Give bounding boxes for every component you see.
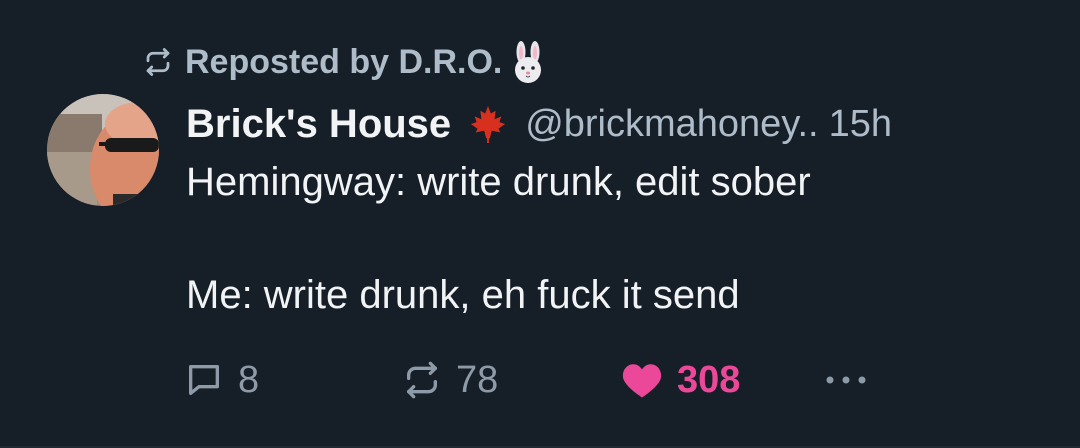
heart-icon — [622, 364, 662, 398]
more-options-button[interactable] — [824, 354, 882, 406]
repost-icon — [143, 47, 173, 77]
comment-icon — [189, 365, 219, 395]
repost-icon — [407, 361, 437, 399]
post-text-line-1: Hemingway: write drunk, edit sober — [186, 160, 811, 204]
post-card[interactable]: Reposted by D.R.O. Brick's House @brickm… — [0, 0, 1080, 448]
author-handle[interactable]: @brickmahoney.. — [525, 103, 818, 146]
reply-count: 8 — [238, 358, 260, 401]
reply-button[interactable]: 8 — [184, 354, 259, 406]
post-timestamp[interactable]: 15h — [829, 103, 892, 146]
maple-leaf-icon — [469, 104, 507, 144]
post-text-line-2: Me: write drunk, eh fuck it send — [186, 273, 740, 317]
author-display-name[interactable]: Brick's House — [186, 102, 451, 147]
repost-count: 78 — [456, 358, 499, 401]
repost-button[interactable]: 78 — [402, 354, 498, 406]
action-bar: 8 78 308 — [184, 354, 904, 406]
post-header: Brick's House @brickmahoney.. 15h — [186, 96, 892, 152]
ellipsis-icon — [826, 376, 866, 384]
rabbit-face-icon — [510, 40, 546, 84]
avatar[interactable] — [47, 94, 159, 206]
repost-label: Reposted by D.R.O. — [185, 42, 503, 81]
like-count: 308 — [677, 358, 741, 401]
like-button[interactable]: 308 — [621, 354, 740, 406]
repost-indicator[interactable]: Reposted by D.R.O. — [143, 36, 546, 88]
